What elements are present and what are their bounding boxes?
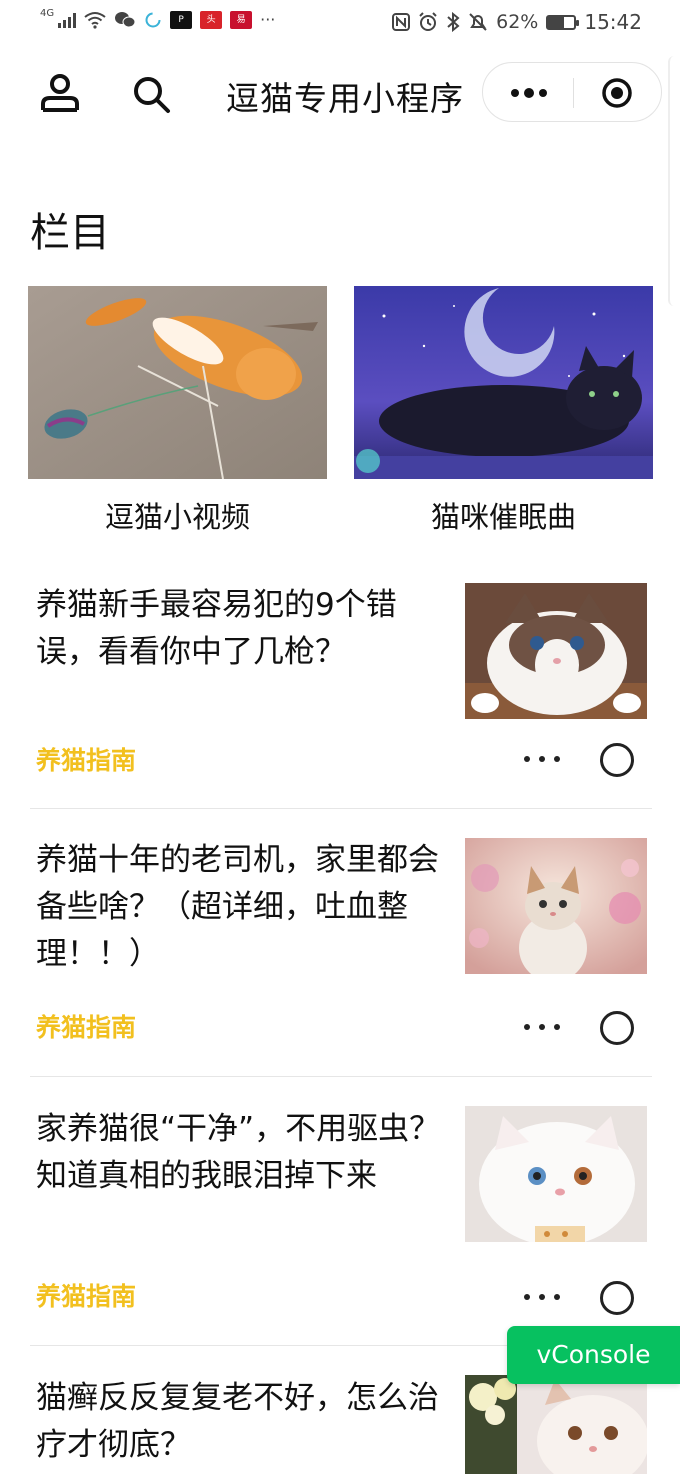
mute-icon [469,13,487,31]
article-title[interactable]: 猫癣反反复复老不好，怎么治疗才彻底？ [36,1375,448,1469]
battery-icon [546,14,580,30]
status-right-group: 62% 15:42 [392,10,642,34]
status-left-group: 4G P 头 易 ··· [40,8,276,29]
vconsole-button[interactable]: vConsole [507,1326,680,1384]
more-status-icon: ··· [260,10,276,29]
article-tag[interactable]: 养猫指南 [36,1277,136,1313]
column-label-lullaby[interactable]: 猫咪催眠曲 [354,494,653,536]
circle-icon[interactable] [600,1281,634,1315]
battery-percent: 62% [496,11,539,33]
clock: 15:42 [584,10,642,34]
article-tag[interactable]: 养猫指南 [36,741,136,777]
alarm-icon [419,12,437,31]
network-type: 4G [40,8,55,19]
article-tag[interactable]: 养猫指南 [36,1008,136,1044]
toutiao-icon: 头 [200,10,223,29]
list-item[interactable]: 养猫新手最容易犯的9个错误，看看你中了几枪？ 养猫指南 [30,582,652,810]
more-icon[interactable] [524,1292,564,1302]
divider [30,1076,652,1077]
netease-icon: 易 [230,10,253,29]
app-icon-p: P [170,10,193,29]
status-bar: 4G P 头 易 ··· 62% 15:42 [0,0,680,46]
list-item[interactable]: 养猫十年的老司机，家里都会备些啥？（超详细，吐血整理！！） 养猫指南 [30,837,652,1077]
nfc-icon [392,13,411,31]
search-icon[interactable] [132,75,172,115]
article-thumbnail[interactable] [465,1375,647,1474]
article-thumbnail[interactable] [465,838,647,974]
more-icon[interactable] [524,754,564,764]
divider [30,808,652,809]
article-title[interactable]: 家养猫很“干净”，不用驱虫？知道真相的我眼泪掉下来 [36,1106,448,1200]
article-thumbnail[interactable] [465,583,647,719]
mini-program-capsule [482,62,662,122]
list-item[interactable]: 猫癣反反复复老不好，怎么治疗才彻底？ [30,1375,652,1474]
capsule-divider [573,78,574,108]
circle-icon[interactable] [600,1011,634,1045]
bluetooth-icon [447,12,460,32]
list-item[interactable]: 家养猫很“干净”，不用驱虫？知道真相的我眼泪掉下来 养猫指南 [30,1106,652,1346]
article-thumbnail[interactable] [465,1106,647,1242]
wechat-icon [115,11,136,27]
article-title[interactable]: 养猫十年的老司机，家里都会备些啥？（超详细，吐血整理！！） [36,837,448,978]
column-label-cat-video[interactable]: 逗猫小视频 [28,494,327,536]
column-image-cat-video[interactable] [28,286,327,479]
scroll-edge [668,56,680,306]
target-icon[interactable] [601,77,633,109]
user-icon[interactable] [40,73,80,113]
more-icon[interactable] [509,86,549,100]
circle-icon[interactable] [600,743,634,777]
more-icon[interactable] [524,1022,564,1032]
wifi-icon [84,11,106,29]
column-image-lullaby[interactable] [354,286,653,479]
section-title: 栏目 [30,210,110,256]
article-title[interactable]: 养猫新手最容易犯的9个错误，看看你中了几枪？ [36,582,448,676]
loading-icon [145,12,161,27]
signal-icon [58,12,77,28]
page-title: 逗猫专用小程序 [226,79,464,118]
